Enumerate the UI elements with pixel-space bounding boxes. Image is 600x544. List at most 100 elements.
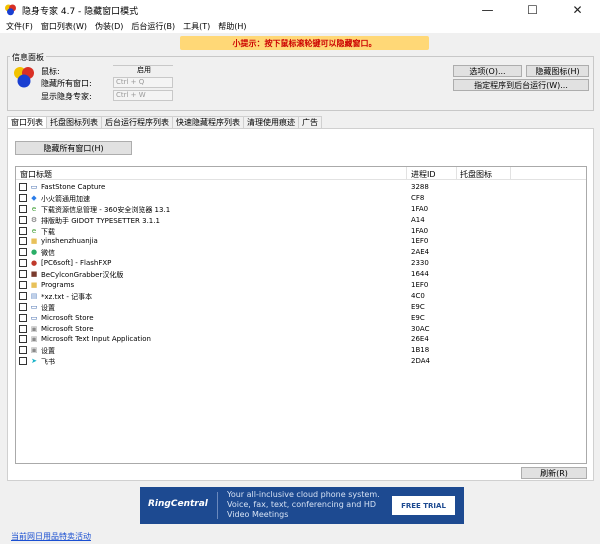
row-checkbox[interactable] — [19, 215, 27, 224]
app-icon: ■ — [30, 270, 38, 279]
notepad-icon: ▤ — [30, 291, 38, 300]
list-item[interactable]: ◆ 小火箭通用加速 CF8 — [16, 193, 586, 204]
row-pid: 2330 — [411, 259, 429, 268]
row-pid: 2DA4 — [411, 357, 430, 366]
menu-bar: 文件(F) 窗口列表(W) 伪装(D) 后台运行(B) 工具(T) 帮助(H) — [0, 19, 600, 33]
folder-icon: ■ — [30, 237, 38, 246]
list-item[interactable]: ▭ 设置 E9C — [16, 302, 586, 313]
row-checkbox[interactable] — [19, 193, 27, 202]
row-checkbox[interactable] — [19, 259, 27, 268]
list-item[interactable]: ■ Programs 1EF0 — [16, 280, 586, 291]
row-title: 飞书 — [41, 358, 55, 367]
refresh-button[interactable]: 刷新(R) — [521, 467, 587, 479]
column-divider[interactable] — [456, 167, 457, 180]
list-rows: ▭ FastStone Capture 3288 ◆ 小火箭通用加速 CF8 e 下载资源信息… — [16, 182, 586, 367]
feishu-icon: ➤ — [31, 357, 37, 366]
row-pid: 3288 — [411, 183, 429, 191]
row-checkbox[interactable] — [19, 204, 27, 213]
maximize-button[interactable]: ☐ — [510, 0, 555, 19]
ad-divider — [217, 492, 218, 519]
window-icon: ▭ — [30, 302, 38, 311]
row-checkbox[interactable] — [19, 302, 27, 311]
row-title: 小火箭通用加速 — [41, 194, 90, 203]
menu-window-list[interactable]: 窗口列表(W) — [38, 21, 90, 32]
row-title: Microsoft Store — [41, 313, 94, 322]
row-checkbox[interactable] — [19, 237, 27, 246]
column-header-pid[interactable]: 进程ID — [411, 169, 436, 180]
menu-tools[interactable]: 工具(T) — [180, 21, 213, 32]
row-title: [PC6soft] - FlashFXP — [41, 259, 112, 268]
folder-icon: ■ — [30, 281, 38, 290]
options-button[interactable]: 选项(O)... — [453, 65, 522, 77]
settings-icon: ▣ — [30, 346, 38, 355]
hide-all-hotkey-field[interactable]: Ctrl + Q — [113, 77, 173, 88]
row-title: *xz.txt - 记事本 — [41, 292, 93, 301]
hide-all-windows-button[interactable]: 隐藏所有窗口(H) — [15, 141, 132, 155]
row-pid: 1B18 — [411, 346, 430, 355]
list-item[interactable]: ⚙ 排版助手 GIDOT TYPESETTER 3.1.1 A14 — [16, 215, 586, 226]
row-title: 设置 — [41, 303, 55, 312]
list-item[interactable]: ▣ Microsoft Store 30AC — [16, 324, 586, 335]
menu-file[interactable]: 文件(F) — [3, 21, 36, 32]
row-pid: 4C0 — [411, 291, 425, 300]
row-title: Microsoft Text Input Application — [41, 335, 151, 344]
row-pid: A14 — [411, 215, 425, 224]
row-checkbox[interactable] — [19, 357, 27, 366]
row-title: Programs — [41, 281, 75, 290]
hide-icon-button[interactable]: 隐藏图标(H) — [526, 65, 589, 77]
window-list[interactable]: 窗口标题 进程ID 托盘图标 ▭ FastStone Capture 3288 ◆ 小火… — [15, 166, 587, 464]
close-icon: ✕ — [572, 2, 583, 17]
menu-disguise[interactable]: 伪装(D) — [92, 21, 126, 32]
window-icon: ▭ — [30, 183, 38, 191]
row-checkbox[interactable] — [19, 313, 27, 322]
app-logo-icon — [14, 67, 34, 88]
row-title: 微信 — [41, 249, 55, 258]
window-icon: ▭ — [30, 313, 38, 322]
row-checkbox[interactable] — [19, 335, 27, 344]
row-pid: 1EF0 — [411, 281, 429, 290]
browser-icon: e — [31, 204, 37, 213]
list-item[interactable]: ▣ 设置 1B18 — [16, 345, 586, 356]
row-checkbox[interactable] — [19, 248, 27, 257]
column-header-title[interactable]: 窗口标题 — [20, 169, 52, 180]
row-pid: E9C — [411, 313, 425, 322]
title-bar: 隐身专家 4.7 - 隐藏窗口模式 — ☐ ✕ — [0, 0, 600, 19]
promo-link[interactable]: 当前网日用品特卖活动 — [11, 531, 91, 542]
column-divider[interactable] — [406, 167, 407, 180]
list-item[interactable]: ➤ 飞书 2DA4 — [16, 356, 586, 367]
menu-help[interactable]: 帮助(H) — [215, 21, 249, 32]
row-checkbox[interactable] — [19, 183, 27, 191]
list-item[interactable]: e 下载 1FA0 — [16, 226, 586, 237]
column-header-tray[interactable]: 托盘图标 — [460, 169, 492, 180]
ad-free-trial-button[interactable]: FREE TRIAL — [392, 496, 455, 515]
minimize-button[interactable]: — — [465, 0, 510, 19]
row-checkbox[interactable] — [19, 291, 27, 300]
list-item[interactable]: ▭ FastStone Capture 3288 — [16, 182, 586, 193]
row-pid: 26E4 — [411, 335, 429, 344]
row-checkbox[interactable] — [19, 281, 27, 290]
row-checkbox[interactable] — [19, 270, 27, 279]
list-item[interactable]: e 下载资源信息管理 - 360安全浏览器 13.1 1FA0 — [16, 204, 586, 215]
list-item[interactable]: ▤ *xz.txt - 记事本 4C0 — [16, 291, 586, 302]
list-header: 窗口标题 进程ID 托盘图标 — [16, 167, 586, 180]
close-button[interactable]: ✕ — [555, 0, 600, 19]
list-item[interactable]: ● [PC6soft] - FlashFXP 2330 — [16, 258, 586, 269]
column-divider[interactable] — [510, 167, 511, 180]
background-run-button[interactable]: 指定程序到后台运行(W)... — [453, 79, 589, 91]
row-title: BeCylconGrabber汉化版 — [41, 271, 124, 280]
list-item[interactable]: ● 微信 2AE4 — [16, 247, 586, 258]
list-item[interactable]: ▣ Microsoft Text Input Application 26E4 — [16, 334, 586, 345]
list-item[interactable]: ▭ Microsoft Store E9C — [16, 313, 586, 324]
row-checkbox[interactable] — [19, 226, 27, 235]
menu-background[interactable]: 后台运行(B) — [128, 21, 178, 32]
row-checkbox[interactable] — [19, 346, 27, 355]
mouse-status: 启用 — [113, 65, 173, 76]
ad-banner[interactable]: RingCentral Your all-inclusive cloud pho… — [140, 487, 464, 524]
info-panel-label: 信息面板 — [10, 52, 46, 63]
row-pid: 2AE4 — [411, 248, 430, 257]
show-expert-hotkey-field[interactable]: Ctrl + W — [113, 90, 173, 101]
list-item[interactable]: ■ BeCylconGrabber汉化版 1644 — [16, 269, 586, 280]
mouse-label: 鼠标: — [41, 67, 60, 76]
row-checkbox[interactable] — [19, 324, 27, 333]
list-item[interactable]: ■ yinshenzhuanjia 1EF0 — [16, 236, 586, 247]
